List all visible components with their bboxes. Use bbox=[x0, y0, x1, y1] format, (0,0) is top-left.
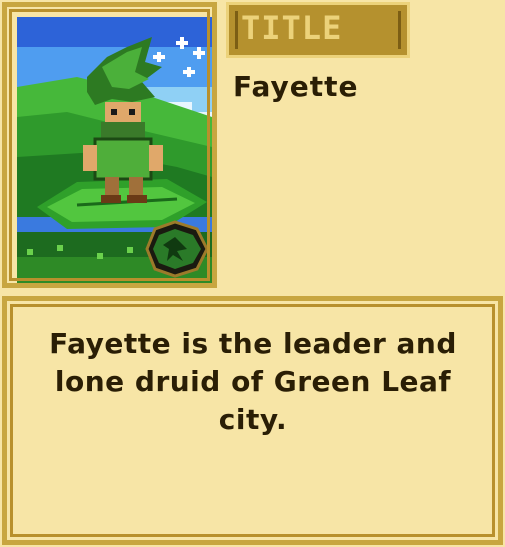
character-portrait bbox=[17, 17, 212, 283]
leaf-emblem-icon bbox=[145, 220, 209, 278]
card-info-screen: TITLE Fayette Fayette is the leader and … bbox=[0, 0, 505, 547]
character-name: Fayette bbox=[233, 70, 359, 103]
character-portrait-frame bbox=[2, 2, 217, 288]
description-panel: Fayette is the leader and lone druid of … bbox=[2, 296, 503, 545]
druid-portrait-illustration bbox=[17, 17, 212, 283]
title-tag: TITLE bbox=[226, 2, 410, 58]
title-tag-label: TITLE bbox=[241, 9, 343, 47]
character-description: Fayette is the leader and lone druid of … bbox=[49, 327, 457, 436]
